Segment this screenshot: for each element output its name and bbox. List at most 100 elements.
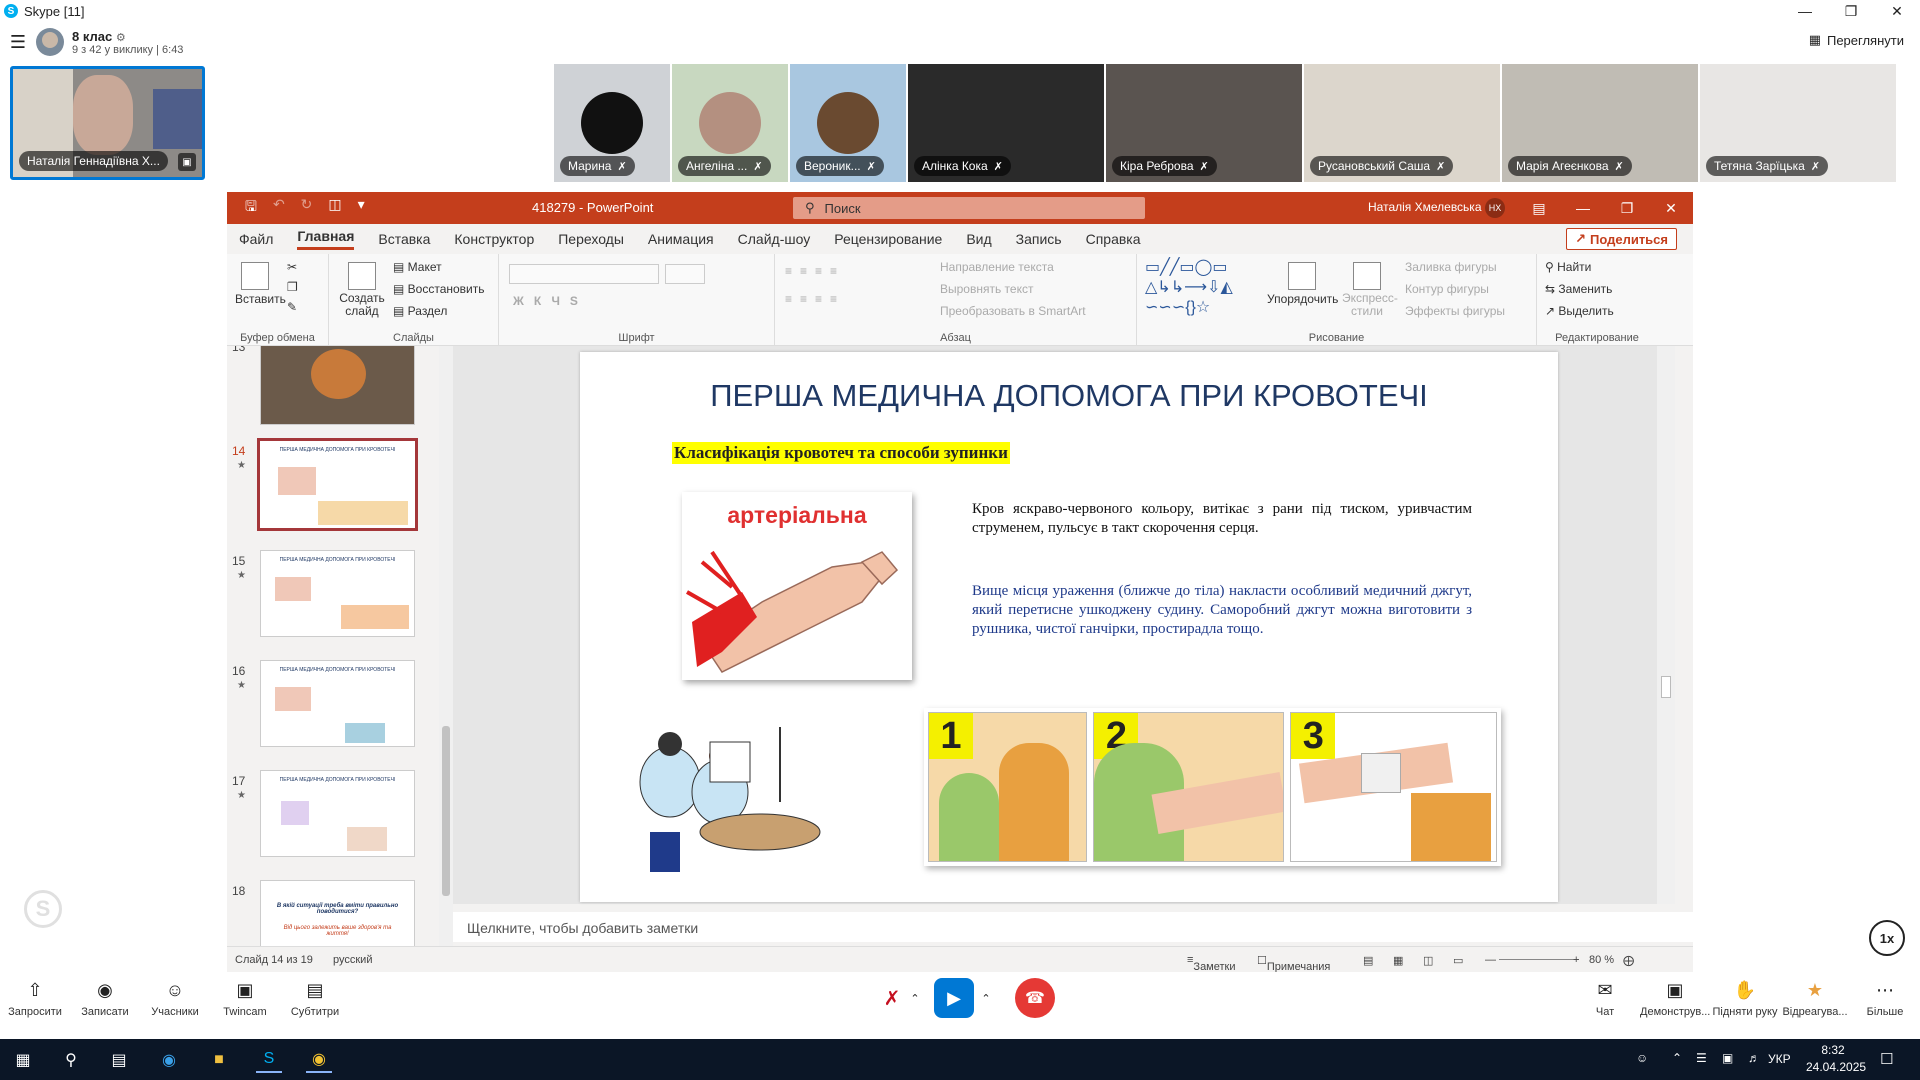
file-explorer-icon[interactable]: ■ xyxy=(206,1047,232,1073)
tab-animations[interactable]: Анимация xyxy=(648,231,714,247)
select-button[interactable]: ↗ Выделить xyxy=(1545,304,1614,318)
comments-toggle[interactable]: ☐ Примечания xyxy=(1257,954,1330,973)
arrange-button[interactable]: Упорядочить xyxy=(1267,262,1338,306)
normal-view-icon[interactable]: ▤ xyxy=(1363,954,1373,967)
search-box[interactable]: ⚲ Поиск xyxy=(793,197,1145,219)
share-screen-button[interactable]: ▣ Демонструв... xyxy=(1640,980,1710,1018)
zoom-out-icon[interactable]: — xyxy=(1485,954,1496,966)
slide-scroll-thumb[interactable] xyxy=(1661,676,1671,698)
find-button[interactable]: ⚲ Найти xyxy=(1545,260,1591,274)
clock[interactable]: 8:32 24.04.2025 xyxy=(1806,1042,1866,1076)
tab-file[interactable]: Файл xyxy=(239,231,273,247)
language-indicator[interactable]: русский xyxy=(333,954,372,966)
speed-badge[interactable]: 1x xyxy=(1869,920,1905,956)
slide-sorter-icon[interactable]: ▦ xyxy=(1393,954,1403,967)
user-avatar[interactable]: НХ xyxy=(1485,198,1505,218)
tray-person-icon[interactable]: ☺ xyxy=(1636,1051,1648,1065)
slide-subtitle[interactable]: Класифікація кровотеч та способи зупинки xyxy=(672,442,1010,464)
notes-pane[interactable]: Щелкните, чтобы добавить заметки xyxy=(453,912,1693,942)
participant-tile[interactable]: Кіра Реброва ✗ xyxy=(1106,64,1302,182)
reading-view-icon[interactable]: ◫ xyxy=(1423,954,1433,967)
react-button[interactable]: ★ Відреагува... xyxy=(1780,980,1850,1018)
tab-home[interactable]: Главная xyxy=(297,228,355,250)
more-button[interactable]: ⋯ Більше xyxy=(1850,980,1920,1018)
arterial-card[interactable]: артеріальна xyxy=(682,492,912,680)
raise-hand-button[interactable]: ✋ Підняти руку xyxy=(1710,980,1780,1018)
ppt-close-icon[interactable]: ✕ xyxy=(1649,192,1693,224)
chrome-icon[interactable]: ◉ xyxy=(306,1047,332,1073)
group-avatar[interactable] xyxy=(36,28,64,56)
quick-styles-button[interactable]: Экспресс-стили xyxy=(1342,262,1398,318)
close-icon[interactable]: ✕ xyxy=(1874,0,1920,22)
skype-taskbar-icon[interactable]: S xyxy=(256,1047,282,1073)
align-text-button[interactable]: Выровнять текст xyxy=(940,282,1033,296)
font-family-select[interactable] xyxy=(509,264,659,284)
participant-tile[interactable]: Марина ✗ xyxy=(554,64,670,182)
subtitles-button[interactable]: ▤ Субтитри xyxy=(280,980,350,1018)
thumbnails-scrollbar[interactable] xyxy=(439,346,453,946)
smartart-button[interactable]: Преобразовать в SmartArt xyxy=(940,304,1086,318)
record-button[interactable]: ◉ Записати xyxy=(70,980,140,1018)
slide-thumbnail-16[interactable]: ПЕРША МЕДИЧНА ДОПОМОГА ПРИ КРОВОТЕЧІ xyxy=(260,660,415,747)
paste-button[interactable]: Вставить xyxy=(235,262,286,306)
redo-icon[interactable]: ↻ xyxy=(301,196,313,220)
instruction-paragraph[interactable]: Вище місця ураження (ближче до тіла) нак… xyxy=(972,582,1472,639)
ppt-restore-icon[interactable]: ❐ xyxy=(1605,192,1649,224)
chat-button[interactable]: ✉ Чат xyxy=(1570,980,1640,1018)
fit-slide-icon[interactable]: ⨁ xyxy=(1623,954,1634,967)
slide-thumbnail-13[interactable] xyxy=(260,346,415,425)
slide-thumbnail-15[interactable]: ПЕРША МЕДИЧНА ДОПОМОГА ПРИ КРОВОТЕЧІ xyxy=(260,550,415,637)
description-paragraph[interactable]: Кров яскраво-червоного кольору, витікає … xyxy=(972,500,1472,538)
save-icon[interactable]: 🖫 xyxy=(245,196,257,220)
slide-thumbnail-17[interactable]: ПЕРША МЕДИЧНА ДОПОМОГА ПРИ КРОВОТЕЧІ xyxy=(260,770,415,857)
group-name[interactable]: 8 клас xyxy=(72,29,112,44)
current-slide[interactable]: ПЕРША МЕДИЧНА ДОПОМОГА ПРИ КРОВОТЕЧІ Кла… xyxy=(580,352,1558,902)
slideshow-view-icon[interactable]: ▭ xyxy=(1453,954,1463,967)
shape-effects-button[interactable]: Эффекты фигуры xyxy=(1405,304,1505,318)
participant-tile[interactable]: Марія Агеєнкова ✗ xyxy=(1502,64,1698,182)
task-view-icon[interactable]: ▤ xyxy=(106,1047,132,1073)
replace-button[interactable]: ⇆ Заменить xyxy=(1545,282,1612,296)
tab-design[interactable]: Конструктор xyxy=(454,231,534,247)
slideshow-icon[interactable]: ◫ xyxy=(328,196,341,220)
tab-insert[interactable]: Вставка xyxy=(378,231,430,247)
shape-outline-button[interactable]: Контур фигуры xyxy=(1405,282,1489,296)
wifi-icon[interactable]: ☰ xyxy=(1696,1051,1707,1065)
notifications-icon[interactable]: ☐ xyxy=(1880,1050,1893,1068)
view-button[interactable]: ▦ Переглянути xyxy=(1809,32,1904,48)
menu-icon[interactable]: ☰ xyxy=(0,22,36,62)
zoom-slider[interactable] xyxy=(1499,959,1579,960)
participant-tile[interactable]: Алінка Кока ✗ xyxy=(908,64,1104,182)
font-size-select[interactable] xyxy=(665,264,705,284)
invite-button[interactable]: ⇧ Запросити xyxy=(0,980,70,1018)
volume-icon[interactable]: ♬ xyxy=(1748,1051,1760,1065)
ppt-minimize-icon[interactable]: — xyxy=(1561,192,1605,224)
shapes-gallery[interactable]: ▭╱╱▭◯▭ △↳↳⟶⇩◭ ∽∽∽{}☆ xyxy=(1145,258,1255,318)
cut-icon[interactable]: ✂ xyxy=(287,260,297,274)
copy-icon[interactable]: ❐ xyxy=(287,280,298,294)
shape-fill-button[interactable]: Заливка фигуры xyxy=(1405,260,1497,274)
participants-button[interactable]: ☺ Учасники xyxy=(140,980,210,1018)
list-buttons[interactable]: ≡≡≡≡ xyxy=(785,264,845,278)
tray-overflow-chevron-icon[interactable]: ⌃ xyxy=(1672,1051,1682,1065)
keyboard-language[interactable]: УКР xyxy=(1768,1052,1791,1066)
tab-view[interactable]: Вид xyxy=(966,231,991,247)
layout-button[interactable]: ▤ Макет xyxy=(393,260,442,274)
new-slide-button[interactable]: Создать слайд xyxy=(337,262,387,318)
restore-icon[interactable]: ❐ xyxy=(1828,0,1874,22)
network-icon[interactable]: ▣ xyxy=(1722,1051,1733,1065)
participant-tile[interactable]: Русановський Саша ✗ xyxy=(1304,64,1500,182)
settings-gear-icon[interactable]: ⚙ xyxy=(116,32,126,44)
align-buttons[interactable]: ≡≡≡≡ xyxy=(785,292,845,306)
ribbon-display-icon[interactable]: ▤ xyxy=(1517,192,1561,224)
windows-start-icon[interactable]: ▦ xyxy=(10,1047,36,1073)
customize-qat-icon[interactable]: ▾ xyxy=(358,196,365,220)
section-button[interactable]: ▤ Раздел xyxy=(393,304,447,318)
notes-toggle[interactable]: ≡ Заметки xyxy=(1187,954,1236,973)
undo-icon[interactable]: ↶ xyxy=(273,196,285,220)
tab-help[interactable]: Справка xyxy=(1086,231,1141,247)
minimize-icon[interactable]: — xyxy=(1782,0,1828,22)
slide-thumbnail-18[interactable]: В якій ситуації треба вміти правильно по… xyxy=(260,880,415,946)
user-name[interactable]: Наталія Хмелевська xyxy=(1368,200,1482,214)
zoom-level[interactable]: 80 % xyxy=(1589,954,1614,966)
